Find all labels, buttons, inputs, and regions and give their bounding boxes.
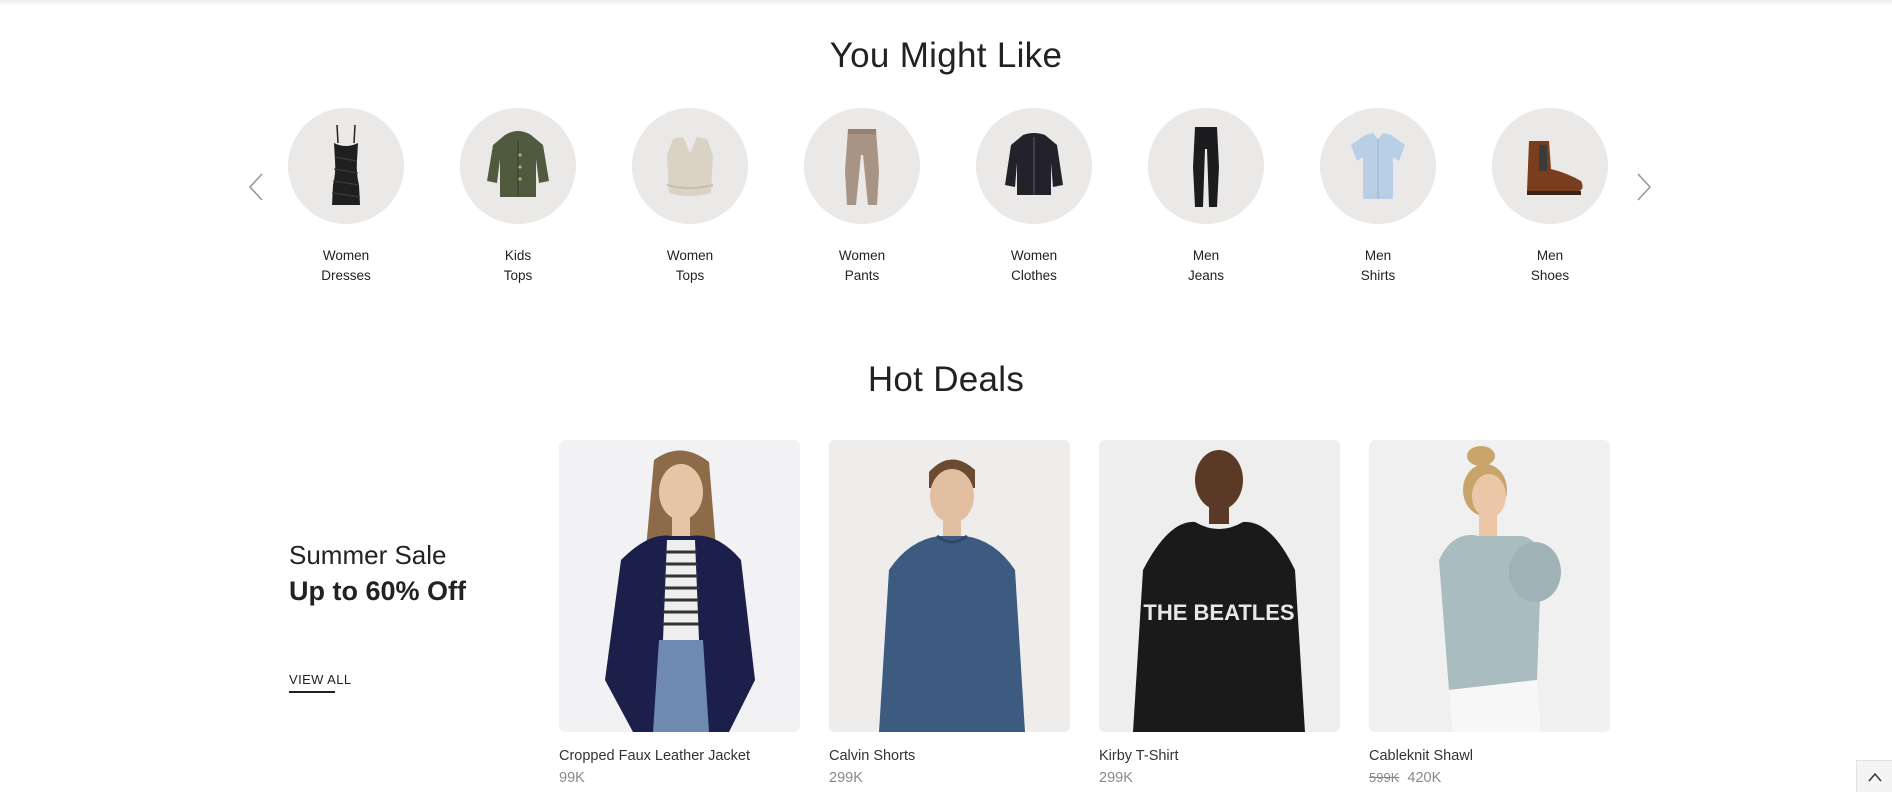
- price-current: 299K: [1099, 770, 1133, 786]
- scroll-to-top-button[interactable]: [1856, 760, 1892, 792]
- chevron-right-icon: [1637, 173, 1652, 201]
- category-image: [804, 108, 920, 224]
- you-might-like-title: You Might Like: [829, 36, 1063, 75]
- category-image: [1320, 108, 1436, 224]
- chevron-up-icon: [1867, 772, 1882, 781]
- price-current: 299K: [829, 770, 863, 786]
- carousel-prev-button[interactable]: [242, 170, 272, 204]
- category-label: Women Clothes: [1010, 248, 1058, 283]
- product-name[interactable]: Kirby T-Shirt: [1099, 746, 1340, 766]
- category-label: Men Jeans: [1187, 248, 1225, 283]
- category-label: Women Tops: [666, 248, 714, 283]
- category-women-clothes[interactable]: Women Clothes: [976, 108, 1092, 286]
- product-image[interactable]: [559, 440, 800, 732]
- product-image[interactable]: [829, 440, 1070, 732]
- product-image[interactable]: [1369, 440, 1610, 732]
- category-image: [460, 108, 576, 224]
- product-price: 299K: [1099, 768, 1340, 788]
- category-women-dresses[interactable]: Women Dresses: [288, 108, 404, 286]
- category-label: Men Shirts: [1360, 248, 1396, 283]
- puffer-jacket-icon: [1005, 133, 1063, 195]
- product-price: 299K: [829, 768, 1070, 788]
- price-current: 420K: [1407, 770, 1442, 786]
- chevron-left-icon: [248, 173, 263, 201]
- shirt-icon: [1351, 133, 1405, 199]
- product-price: 99K: [559, 768, 800, 788]
- category-image: [976, 108, 1092, 224]
- sweater-vest-icon: [666, 137, 714, 196]
- price-original: 599K: [1369, 770, 1400, 785]
- product-card[interactable]: THE BEATLES Kirby T-Shirt 299K: [1099, 440, 1340, 788]
- model-sweater-image: [829, 440, 1070, 732]
- category-men-shirts[interactable]: Men Shirts: [1320, 108, 1436, 286]
- model-hoodie-image: THE BEATLES: [1099, 440, 1340, 732]
- view-all-link[interactable]: VIEW ALL: [289, 672, 351, 693]
- pants-icon: [845, 129, 879, 205]
- category-image: [632, 108, 748, 224]
- product-name[interactable]: Cropped Faux Leather Jacket: [559, 746, 800, 766]
- category-kids-tops[interactable]: Kids Tops: [460, 108, 576, 286]
- hot-deals-title: Hot Deals: [867, 360, 1025, 399]
- model-blouse-image: [1369, 440, 1610, 732]
- dress-icon: [331, 124, 361, 205]
- product-name[interactable]: Cableknit Shawl: [1369, 746, 1610, 766]
- category-image: [1492, 108, 1608, 224]
- category-women-pants[interactable]: Women Pants: [804, 108, 920, 286]
- model-cardigan-image: [559, 440, 800, 732]
- category-label: Men Shoes: [1530, 248, 1570, 283]
- category-image: [1148, 108, 1264, 224]
- category-men-jeans[interactable]: Men Jeans: [1148, 108, 1264, 286]
- category-image: [288, 108, 404, 224]
- kids-jacket-icon: [487, 131, 549, 197]
- promo-headline: Up to 60% Off: [289, 576, 467, 606]
- product-name[interactable]: Calvin Shorts: [829, 746, 1070, 766]
- product-card[interactable]: Cableknit Shawl 599K 420K: [1369, 440, 1610, 788]
- category-women-tops[interactable]: Women Tops: [632, 108, 748, 286]
- hoodie-print-text: THE BEATLES: [1143, 600, 1294, 625]
- product-card[interactable]: Cropped Faux Leather Jacket 99K: [559, 440, 800, 788]
- category-label: Kids Tops: [503, 248, 533, 283]
- summer-sale-promo: Summer Sale Up to 60% Off: [289, 538, 519, 610]
- carousel-next-button[interactable]: [1628, 170, 1658, 204]
- category-label: Women Dresses: [321, 248, 371, 283]
- product-price: 599K 420K: [1369, 768, 1610, 788]
- promo-subtitle: Summer Sale: [289, 540, 447, 570]
- product-card[interactable]: Calvin Shorts 299K: [829, 440, 1070, 788]
- jeans-icon: [1193, 127, 1219, 207]
- boot-icon: [1527, 141, 1583, 195]
- view-all-underline: [289, 691, 335, 693]
- category-carousel: Women Dresses Kids Tops Women Tops Women…: [288, 108, 1610, 288]
- category-label: Women Pants: [838, 248, 886, 283]
- price-current: 99K: [559, 770, 585, 786]
- product-image[interactable]: THE BEATLES: [1099, 440, 1340, 732]
- header-shadow: [0, 0, 1892, 6]
- category-men-shoes[interactable]: Men Shoes: [1492, 108, 1608, 286]
